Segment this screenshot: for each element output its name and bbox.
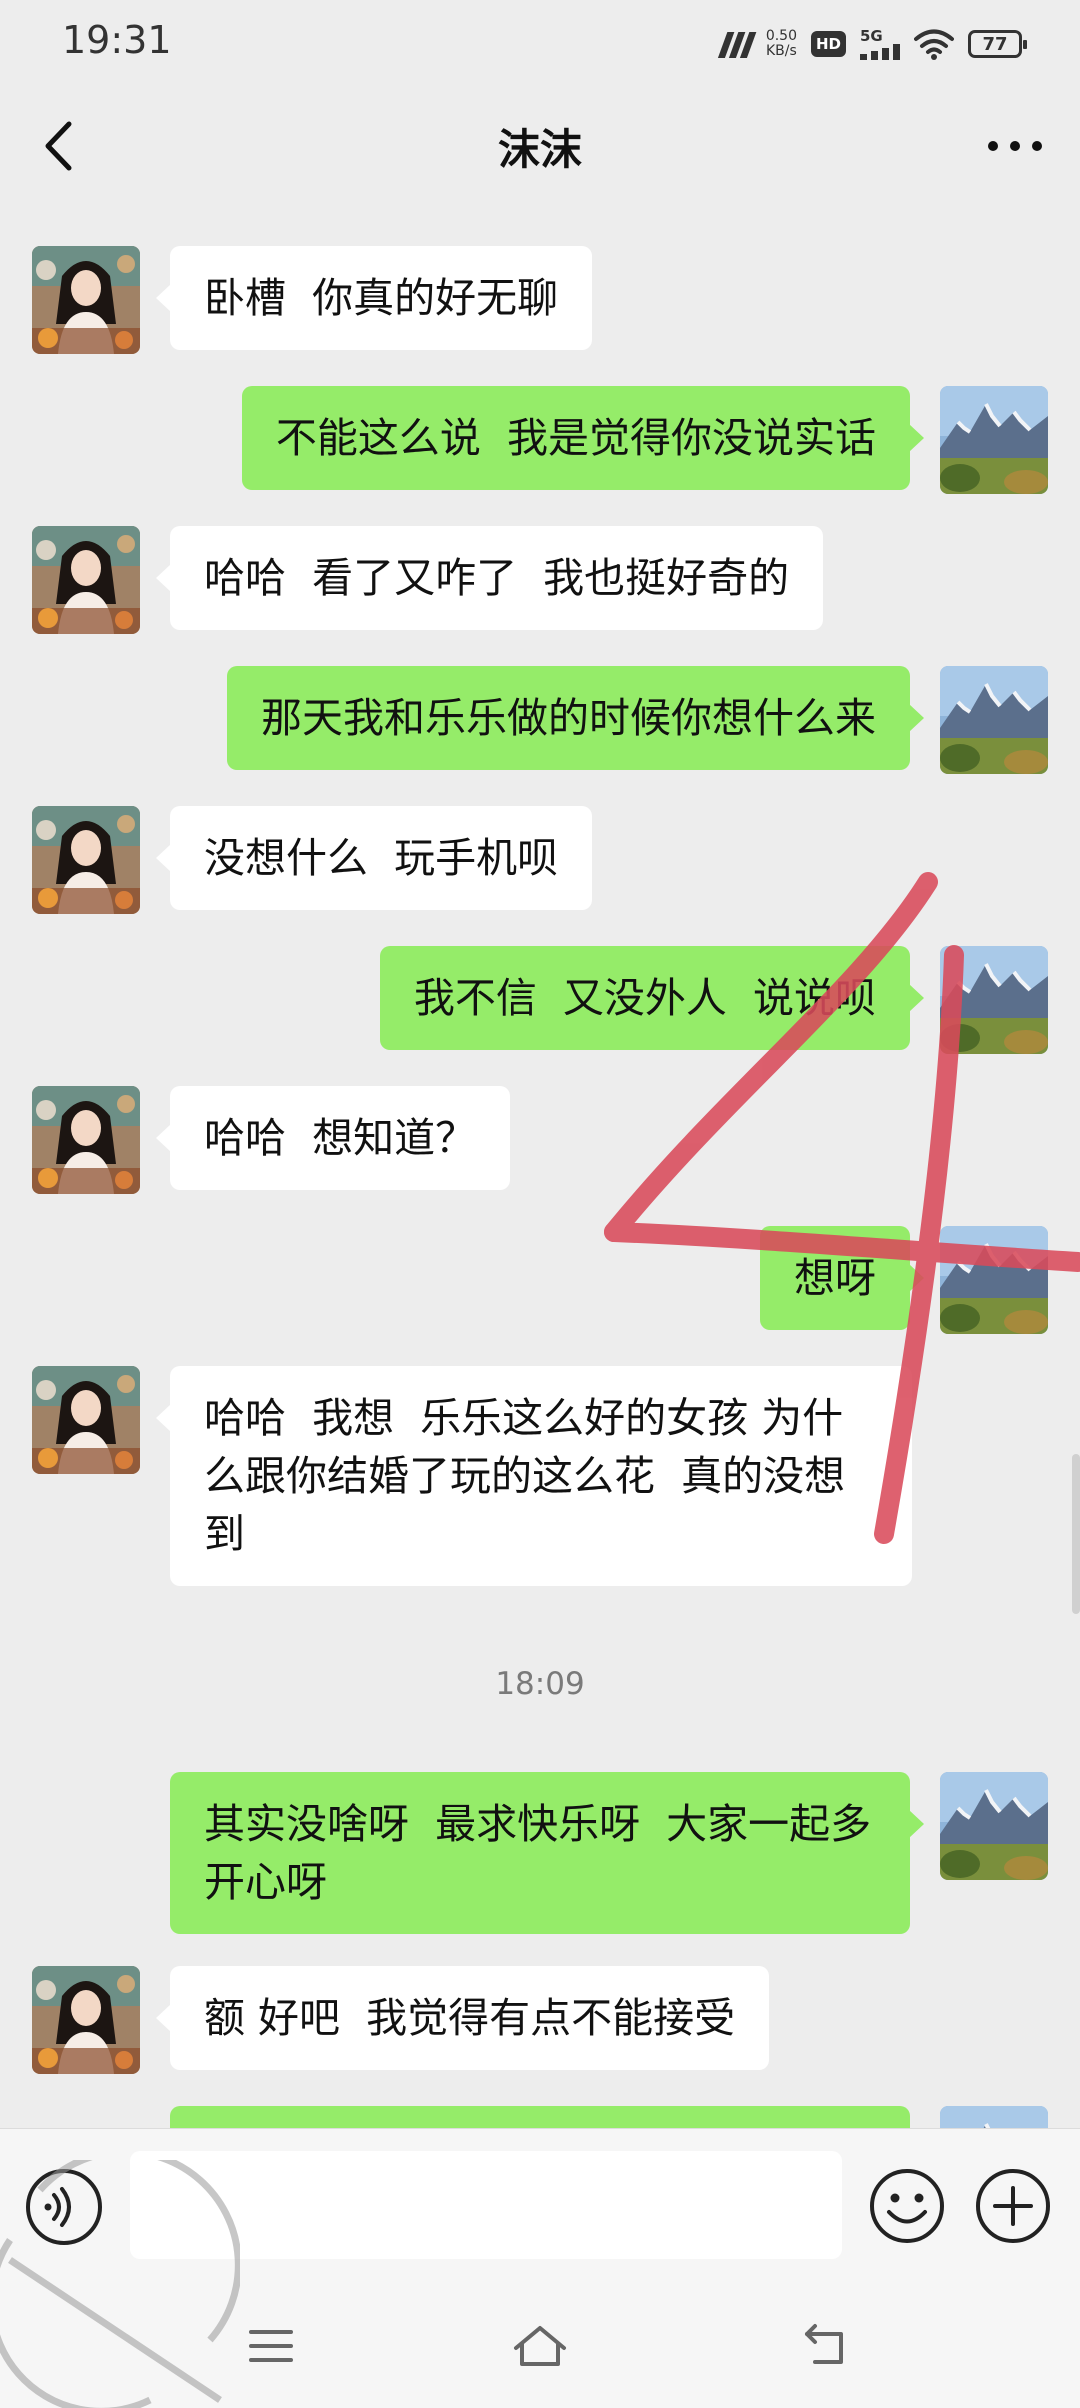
message-bubble-incoming[interactable]: 额 好吧 我觉得有点不能接受 xyxy=(155,1966,770,2070)
my-avatar[interactable] xyxy=(940,666,1048,774)
emoji-icon xyxy=(870,2169,944,2243)
my-avatar[interactable] xyxy=(940,1772,1048,1880)
network-speed-value: 0.50 xyxy=(765,28,797,44)
message-bubble-outgoing[interactable]: 不能这么说 我是觉得你没说实话 xyxy=(241,386,925,490)
message-bubble-incoming[interactable]: 哈哈 想知道？ xyxy=(155,1086,511,1190)
my-avatar[interactable] xyxy=(940,386,1048,494)
voice-button[interactable] xyxy=(26,2169,102,2245)
input-bar xyxy=(0,2128,1080,2285)
message-bubble-outgoing[interactable]: 我不信 又没外人 说说呗 xyxy=(379,946,925,1050)
system-navigation-bar xyxy=(0,2284,1080,2408)
more-horizontal-icon xyxy=(988,141,1042,151)
more-functions-button[interactable] xyxy=(974,2167,1052,2245)
contact-avatar[interactable] xyxy=(32,1366,140,1474)
chat-history[interactable]: 卧槽 你真的好无聊 不能这么说 我是觉得你没说实话 哈哈 看了又咋了 我也挺好奇… xyxy=(0,214,1080,2128)
wifi-icon xyxy=(914,29,954,60)
emoji-button[interactable] xyxy=(868,2167,946,2245)
plus-icon xyxy=(976,2169,1050,2243)
cellular-5g-icon: 5G xyxy=(860,26,900,60)
contact-avatar[interactable] xyxy=(32,246,140,354)
more-button[interactable] xyxy=(980,108,1050,184)
battery-icon: 77 xyxy=(968,30,1027,58)
status-time: 19:31 xyxy=(62,18,172,62)
voice-icon xyxy=(44,2187,71,2227)
my-avatar[interactable] xyxy=(940,2106,1048,2128)
status-icons: 0.50 KB/s HD 5G 77 xyxy=(717,24,1027,64)
network-speed-unit: KB/s xyxy=(766,43,797,59)
contact-avatar[interactable] xyxy=(32,1966,140,2074)
message-bubble-incoming[interactable]: 哈哈 看了又咋了 我也挺好奇的 xyxy=(155,526,824,630)
scrollbar[interactable] xyxy=(1072,1454,1080,1614)
network-type-label: 5G xyxy=(860,26,883,45)
message-input[interactable] xyxy=(130,2151,842,2259)
message-timestamp: 18:09 xyxy=(495,1666,585,1702)
chat-header: 沫沫 xyxy=(0,86,1080,214)
contact-avatar[interactable] xyxy=(32,1086,140,1194)
message-bubble-outgoing-partial[interactable] xyxy=(170,2106,910,2128)
my-avatar[interactable] xyxy=(940,1226,1048,1334)
battery-level: 77 xyxy=(982,33,1008,55)
status-bar: 19:31 0.50 KB/s HD 5G 77 xyxy=(0,0,1080,86)
home-icon xyxy=(514,2326,566,2366)
system-back-button[interactable] xyxy=(790,2314,860,2378)
message-bubble-outgoing[interactable]: 其实没啥呀 最求快乐呀 大家一起多开心呀 xyxy=(170,1772,924,1934)
message-bubble-incoming[interactable]: 没想什么 玩手机呗 xyxy=(155,806,593,910)
message-bubble-incoming[interactable]: 卧槽 你真的好无聊 xyxy=(155,246,593,350)
home-button[interactable] xyxy=(505,2314,575,2378)
my-avatar[interactable] xyxy=(940,946,1048,1054)
network-speed: 0.50 KB/s xyxy=(766,29,797,59)
chat-title: 沫沫 xyxy=(497,125,582,174)
recent-apps-button[interactable] xyxy=(236,2314,306,2378)
back-arrow-icon xyxy=(805,2324,843,2364)
hd-icon: HD xyxy=(810,31,846,57)
contact-avatar[interactable] xyxy=(32,526,140,634)
signal-strength-icon xyxy=(717,30,757,58)
message-bubble-outgoing[interactable]: 想呀 xyxy=(760,1226,924,1330)
contact-avatar[interactable] xyxy=(32,806,140,914)
message-bubble-incoming[interactable]: 哈哈 我想 乐乐这么好的女孩 为什么跟你结婚了玩的这么花 真的没想到 xyxy=(156,1366,912,1586)
message-bubble-outgoing[interactable]: 那天我和乐乐做的时候你想什么来 xyxy=(227,666,924,770)
menu-icon xyxy=(249,2330,293,2362)
